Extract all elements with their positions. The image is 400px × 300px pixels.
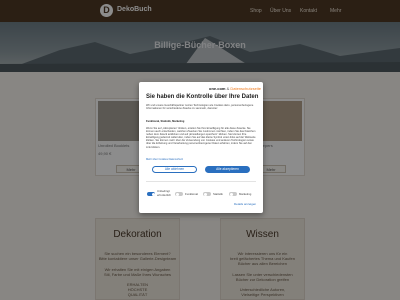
consent-brand-prefix: one.com <box>209 86 226 91</box>
toggle-statistics[interactable] <box>203 192 211 196</box>
consent-brand: one.com & Datenschutzseite <box>209 86 262 91</box>
toggle-label: Funktional <box>185 192 198 196</box>
accept-all-button[interactable]: Alle akzeptieren <box>205 166 250 173</box>
consent-purposes: Funktional, Statistik, Marketing <box>146 120 185 123</box>
consent-brand-suffix[interactable]: Datenschutzseite <box>230 86 261 91</box>
cookie-consent-dialog: one.com & Datenschutzseite Sie haben die… <box>139 82 263 213</box>
toggle-label: Statistik <box>213 192 223 196</box>
toggle-functional[interactable] <box>175 192 183 196</box>
details-link[interactable]: Details anzeigen <box>234 202 256 206</box>
toggle-marketing[interactable] <box>229 192 237 196</box>
consent-links[interactable]: Mehr über Cookies Datenschutz <box>146 158 256 161</box>
toggle-label: Unbedingt erforderlich <box>157 189 171 197</box>
divider <box>146 181 256 182</box>
toggle-label: Marketing <box>239 192 252 196</box>
consent-title: Sie haben die Kontrolle über Ihre Daten <box>146 94 259 100</box>
consent-body: Wenn Sie auf „Akzeptieren“ klicken, erte… <box>146 127 256 149</box>
reject-all-button[interactable]: Alle ablehnen <box>152 166 197 173</box>
consent-intro: Wir und unsere Geschäftspartner nutzen T… <box>146 104 254 111</box>
toggle-necessary[interactable] <box>147 192 155 196</box>
